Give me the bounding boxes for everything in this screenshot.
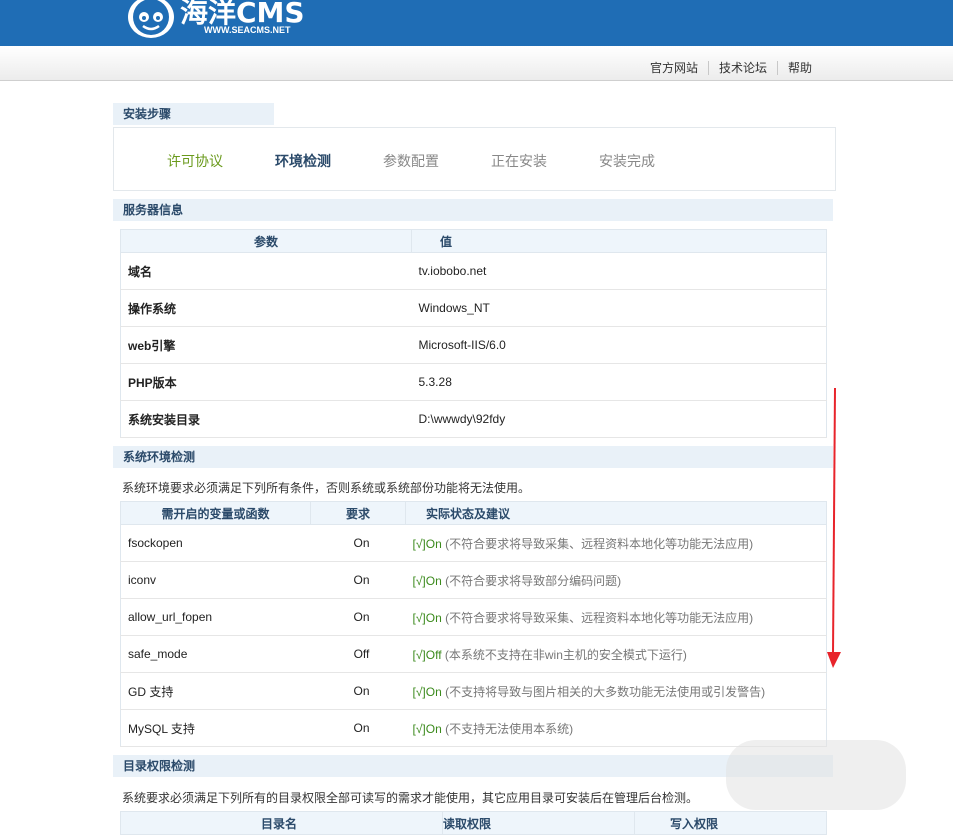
table-row: web引擎 Microsoft-IIS/6.0 <box>120 326 827 364</box>
status-cell: [√]On (不符合要求将导致采集、远程资料本地化等功能无法应用) <box>405 524 827 562</box>
required-value: On <box>310 672 406 710</box>
param-value: tv.iobobo.net <box>411 252 827 290</box>
table-row: GD 支持 On [√]On (不支持将导致与图片相关的大多数功能无法使用或引发… <box>120 672 827 710</box>
table-row: allow_url_fopen On [√]On (不符合要求将导致采集、远程资… <box>120 598 827 636</box>
dir-check-description: 系统要求必须满足下列所有的目录权限全部可读写的需求才能使用，其它应用目录可安装后… <box>122 791 699 805</box>
column-header: 读取权限 <box>442 811 635 835</box>
env-check-heading: 系统环境检测 <box>113 446 833 468</box>
dir-check-heading: 目录权限检测 <box>113 755 833 777</box>
nav-official-site-link[interactable]: 官方网站 <box>650 59 698 76</box>
step-license: 许可协议 <box>167 153 223 169</box>
status-note: (不符合要求将导致采集、远程资料本地化等功能无法应用) <box>441 536 754 551</box>
table-header-row: 参数 值 <box>120 229 827 253</box>
status-ok: [√]On <box>412 721 442 736</box>
required-value: On <box>310 561 406 599</box>
required-value: On <box>310 598 406 636</box>
column-header: 要求 <box>310 501 406 525</box>
status-cell: [√]Off (本系统不支持在非win主机的安全模式下运行) <box>405 635 827 673</box>
install-steps-heading: 安装步骤 <box>113 103 274 125</box>
step-env-check: 环境检测 <box>275 153 331 169</box>
status-ok: [√]On <box>412 610 442 625</box>
top-nav-links: 官方网站 技术论坛 帮助 <box>650 59 812 76</box>
table-row: 系统安装目录 D:\wwwdy\92fdy <box>120 400 827 438</box>
logo-url: WWW.SEACMS.NET <box>204 25 291 35</box>
required-value: On <box>310 524 406 562</box>
server-info-heading: 服务器信息 <box>113 199 833 221</box>
status-note: (本系统不支持在非win主机的安全模式下运行) <box>441 647 687 662</box>
table-row: fsockopen On [√]On (不符合要求将导致采集、远程资料本地化等功… <box>120 524 827 562</box>
nav-divider <box>776 60 778 75</box>
table-header-row: 目录名 读取权限 写入权限 <box>120 811 827 835</box>
status-ok: [√]Off <box>412 647 442 662</box>
server-info-table: 参数 值 域名 tv.iobobo.net 操作系统 Windows_NT we… <box>120 229 827 438</box>
dir-check-table: 目录名 读取权限 写入权限 <box>120 811 827 835</box>
seacms-logo-icon <box>128 0 174 38</box>
status-note: (不支持无法使用本系统) <box>441 721 574 736</box>
env-check-description: 系统环境要求必须满足下列所有条件，否则系统或系统部份功能将无法使用。 <box>122 481 531 495</box>
column-header: 值 <box>411 229 827 253</box>
required-value: On <box>310 709 406 747</box>
watermark <box>726 740 906 810</box>
param-name: 操作系统 <box>120 289 412 327</box>
required-value: Off <box>310 635 406 673</box>
status-ok: [√]On <box>412 536 442 551</box>
table-row: PHP版本 5.3.28 <box>120 363 827 401</box>
status-cell: [√]On (不符合要求将导致采集、远程资料本地化等功能无法应用) <box>405 598 827 636</box>
param-name: 域名 <box>120 252 412 290</box>
table-header-row: 需开启的变量或函数 要求 实际状态及建议 <box>120 501 827 525</box>
status-cell: [√]On (不支持将导致与图片相关的大多数功能无法使用或引发警告) <box>405 672 827 710</box>
status-ok: [√]On <box>412 573 442 588</box>
column-header: 实际状态及建议 <box>405 501 827 525</box>
install-steps-panel: 许可协议 环境检测 参数配置 正在安装 安装完成 <box>113 127 836 191</box>
nav-forum-link[interactable]: 技术论坛 <box>719 59 767 76</box>
column-header: 目录名 <box>120 811 443 835</box>
function-name: allow_url_fopen <box>120 598 311 636</box>
column-header: 需开启的变量或函数 <box>120 501 311 525</box>
function-name: iconv <box>120 561 311 599</box>
table-row: 操作系统 Windows_NT <box>120 289 827 327</box>
table-row: iconv On [√]On (不符合要求将导致部分编码问题) <box>120 561 827 599</box>
function-name: MySQL 支持 <box>120 709 311 747</box>
step-installing: 正在安装 <box>491 153 547 169</box>
param-name: 系统安装目录 <box>120 400 412 438</box>
status-note: (不符合要求将导致采集、远程资料本地化等功能无法应用) <box>441 610 754 625</box>
table-row: MySQL 支持 On [√]On (不支持无法使用本系统) <box>120 709 827 747</box>
column-header: 参数 <box>120 229 412 253</box>
param-value: 5.3.28 <box>411 363 827 401</box>
function-name: GD 支持 <box>120 672 311 710</box>
function-name: fsockopen <box>120 524 311 562</box>
column-header: 写入权限 <box>634 811 827 835</box>
scroll-down-arrow-icon <box>827 388 841 668</box>
nav-divider <box>707 60 709 75</box>
status-note: (不支持将导致与图片相关的大多数功能无法使用或引发警告) <box>441 684 766 699</box>
param-value: D:\wwwdy\92fdy <box>411 400 827 438</box>
env-check-table: 需开启的变量或函数 要求 实际状态及建议 fsockopen On [√]On … <box>120 501 827 747</box>
header-bar: 海洋CMS WWW.SEACMS.NET <box>0 0 953 46</box>
function-name: safe_mode <box>120 635 311 673</box>
nav-help-link[interactable]: 帮助 <box>788 59 812 76</box>
step-config: 参数配置 <box>383 153 439 169</box>
top-navigation: 官方网站 技术论坛 帮助 <box>0 46 953 81</box>
table-row: safe_mode Off [√]Off (本系统不支持在非win主机的安全模式… <box>120 635 827 673</box>
status-cell: [√]On (不符合要求将导致部分编码问题) <box>405 561 827 599</box>
param-value: Windows_NT <box>411 289 827 327</box>
step-complete: 安装完成 <box>599 153 655 169</box>
table-row: 域名 tv.iobobo.net <box>120 252 827 290</box>
param-value: Microsoft-IIS/6.0 <box>411 326 827 364</box>
status-note: (不符合要求将导致部分编码问题) <box>441 573 622 588</box>
param-name: PHP版本 <box>120 363 412 401</box>
param-name: web引擎 <box>120 326 412 364</box>
status-ok: [√]On <box>412 684 442 699</box>
